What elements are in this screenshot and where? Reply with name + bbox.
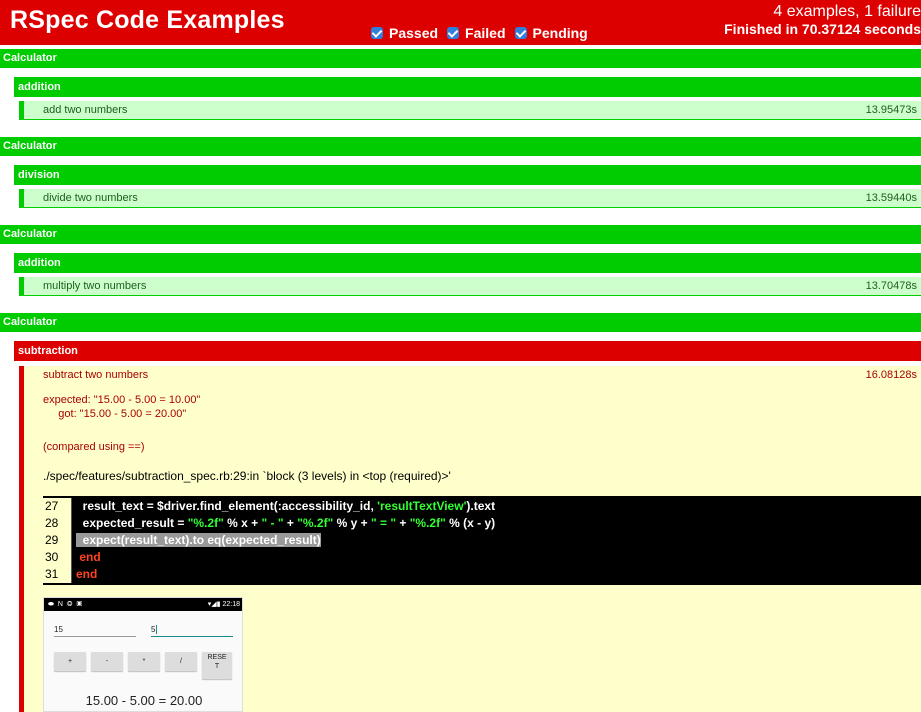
- code-keyword: end: [76, 550, 101, 564]
- code-segment: +: [396, 516, 410, 530]
- example-name: add two numbers: [43, 104, 128, 116]
- minus-button: -: [91, 652, 123, 671]
- code-segment: +: [283, 516, 298, 530]
- example-failed: subtract two numbers 16.08128s expected:…: [19, 366, 921, 712]
- code-text: result_text = $driver.find_element(:acce…: [76, 498, 495, 515]
- group-title[interactable]: Calculator: [0, 49, 921, 68]
- code-segment: % (x - y): [445, 516, 496, 530]
- failure-screenshot: ⬬ N ◎ ▣ ▾◢▮ 22:18 15 5 + - * / RESE T 15…: [43, 597, 243, 712]
- checkbox-icon[interactable]: [371, 27, 383, 39]
- status-filters: Passed Failed Pending: [371, 25, 597, 41]
- line-number: 28: [43, 515, 72, 532]
- status-icons: ⬬ N ◎ ▣: [48, 601, 84, 608]
- report-header: RSpec Code Examples Passed Failed Pendin…: [0, 0, 921, 45]
- example-passed: add two numbers 13.95473s: [19, 101, 921, 120]
- code-line: 27 result_text = $driver.find_element(:a…: [43, 498, 921, 515]
- code-string: "%.2f": [187, 516, 224, 530]
- code-line-highlighted: 29 expect(result_text).to eq(expected_re…: [43, 532, 921, 549]
- code-segment: % x +: [223, 516, 262, 530]
- example-name: subtract two numbers: [43, 369, 149, 381]
- code-string: "%.2f": [409, 516, 446, 530]
- multiply-button: *: [128, 652, 160, 671]
- status-clock: ▾◢▮ 22:18: [207, 601, 240, 608]
- code-text: expected_result = "%.2f" % x + " - " + "…: [76, 515, 495, 532]
- divide-button: /: [165, 652, 197, 671]
- duration-prefix: Finished in: [724, 21, 802, 37]
- report-title: RSpec Code Examples: [10, 6, 285, 34]
- highlighted-code: expect(result_text).to eq(expected_resul…: [76, 533, 321, 547]
- backtrace-line: ./spec/features/subtraction_spec.rb:29:i…: [43, 469, 451, 483]
- second-number-input: 5: [151, 625, 233, 638]
- code-string: 'resultTextView': [377, 499, 467, 513]
- first-number-input: 15: [54, 625, 136, 637]
- compared-note: (compared using ==): [43, 441, 145, 453]
- code-line: 28 expected_result = "%.2f" % x + " - " …: [43, 515, 921, 532]
- group-title[interactable]: Calculator: [0, 313, 921, 332]
- checkbox-icon[interactable]: [447, 27, 460, 39]
- filter-pending[interactable]: Pending: [514, 25, 588, 41]
- group-title[interactable]: Calculator: [0, 137, 921, 156]
- example-duration: 13.70478s: [865, 280, 917, 292]
- device-status-bar: ⬬ N ◎ ▣ ▾◢▮ 22:18: [44, 598, 242, 611]
- example-name: multiply two numbers: [43, 280, 147, 292]
- line-number: 27: [43, 498, 72, 515]
- got-line: got: "15.00 - 5.00 = 20.00": [43, 408, 187, 420]
- code-snippet: 27 result_text = $driver.find_element(:a…: [43, 496, 921, 585]
- code-text: expect(result_text).to eq(expected_resul…: [76, 532, 321, 549]
- failure-message: expected: "15.00 - 5.00 = 10.00" got: "1…: [43, 393, 200, 421]
- code-string: "%.2f": [297, 516, 334, 530]
- second-number-value: 5: [151, 625, 156, 634]
- example-duration: 13.95473s: [865, 104, 917, 116]
- code-segment: ).text: [466, 499, 496, 513]
- expected-line: expected: "15.00 - 5.00 = 10.00": [43, 394, 201, 406]
- code-segment: result_text = $driver.find_element(:acce…: [76, 499, 378, 513]
- code-segment: % y +: [333, 516, 371, 530]
- code-string: " = ": [370, 516, 397, 530]
- code-keyword: end: [76, 567, 98, 581]
- line-number: 29: [43, 532, 72, 549]
- code-line: 31 end: [43, 566, 921, 583]
- subgroup-title[interactable]: division: [14, 165, 921, 185]
- filter-pending-label: Pending: [532, 25, 588, 41]
- group-title[interactable]: Calculator: [0, 225, 921, 244]
- example-passed: multiply two numbers 13.70478s: [19, 277, 921, 296]
- code-line: 30 end: [43, 549, 921, 566]
- example-duration: 13.59440s: [865, 192, 917, 204]
- filter-passed[interactable]: Passed: [371, 25, 438, 41]
- line-number: 31: [43, 566, 72, 583]
- text-caret: [156, 625, 158, 635]
- subgroup-title[interactable]: addition: [14, 253, 921, 273]
- example-duration: 16.08128s: [865, 369, 917, 381]
- plus-button: +: [54, 652, 86, 671]
- result-text: 15.00 - 5.00 = 20.00: [85, 693, 203, 708]
- duration-value: 70.37124 seconds: [801, 21, 921, 37]
- checkbox-icon[interactable]: [514, 27, 527, 39]
- examples-count: 4 examples, 1 failure: [773, 3, 921, 20]
- line-number: 30: [43, 549, 72, 566]
- filter-failed[interactable]: Failed: [447, 25, 506, 41]
- run-summary: 4 examples, 1 failure Finished in 70.371…: [724, 3, 921, 37]
- run-duration: Finished in 70.37124 seconds: [724, 21, 921, 37]
- reset-button: RESE T: [202, 652, 232, 679]
- subgroup-title[interactable]: addition: [14, 77, 921, 97]
- code-string: " - ": [261, 516, 284, 530]
- code-segment: expected_result =: [76, 516, 188, 530]
- filter-failed-label: Failed: [465, 25, 506, 41]
- example-passed: divide two numbers 13.59440s: [19, 189, 921, 208]
- subgroup-title-failed[interactable]: subtraction: [14, 341, 921, 361]
- example-name: divide two numbers: [43, 192, 138, 204]
- filter-passed-label: Passed: [389, 25, 439, 41]
